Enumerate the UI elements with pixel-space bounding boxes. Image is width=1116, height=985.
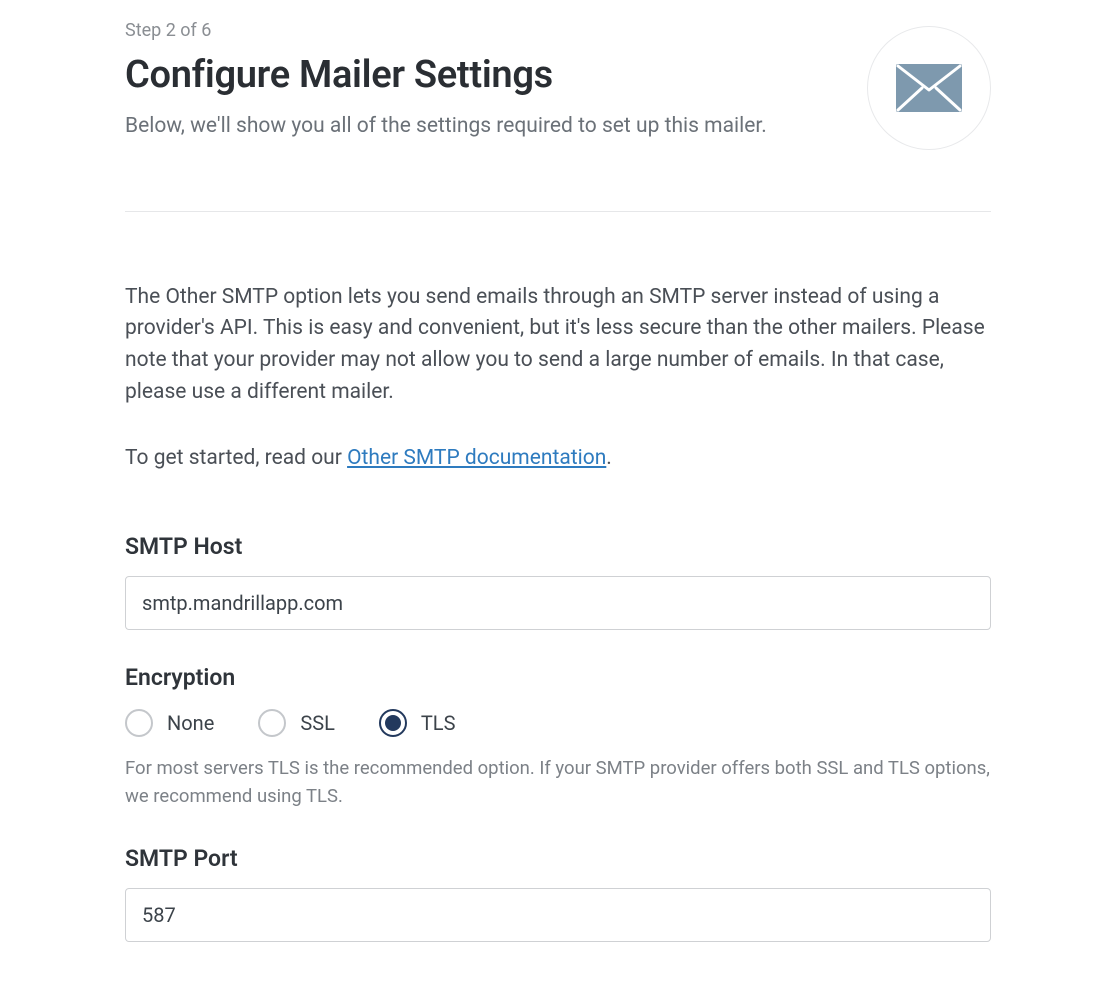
doc-paragraph: To get started, read our Other SMTP docu… (125, 443, 991, 475)
encryption-radio-group: None SSL TLS (125, 709, 991, 737)
smtp-port-field-group: SMTP Port (125, 845, 991, 942)
radio-label-tls: TLS (421, 711, 456, 735)
step-indicator: Step 2 of 6 (125, 20, 991, 41)
radio-label-none: None (167, 711, 214, 735)
radio-circle-icon (258, 709, 286, 737)
smtp-port-label: SMTP Port (125, 845, 991, 872)
encryption-label: Encryption (125, 664, 991, 691)
page-title: Configure Mailer Settings (125, 53, 991, 97)
doc-intro-text: To get started, read our (125, 446, 347, 470)
radio-label-ssl: SSL (300, 711, 335, 735)
doc-link[interactable]: Other SMTP documentation (347, 446, 606, 470)
radio-circle-icon (379, 709, 407, 737)
divider (125, 211, 991, 212)
wizard-header: Step 2 of 6 Configure Mailer Settings Be… (125, 20, 991, 183)
encryption-field-group: Encryption None SSL TLS For most servers… (125, 664, 991, 811)
encryption-help-text: For most servers TLS is the recommended … (125, 755, 991, 811)
smtp-port-input[interactable] (125, 888, 991, 942)
encryption-radio-none[interactable]: None (125, 709, 214, 737)
page-subtitle: Below, we'll show you all of the setting… (125, 111, 991, 143)
smtp-host-field-group: SMTP Host (125, 533, 991, 630)
doc-suffix-text: . (606, 446, 612, 470)
smtp-host-label: SMTP Host (125, 533, 991, 560)
mail-icon (867, 26, 991, 150)
smtp-host-input[interactable] (125, 576, 991, 630)
info-paragraph: The Other SMTP option lets you send emai… (125, 282, 991, 410)
encryption-radio-ssl[interactable]: SSL (258, 709, 335, 737)
encryption-radio-tls[interactable]: TLS (379, 709, 456, 737)
radio-circle-icon (125, 709, 153, 737)
